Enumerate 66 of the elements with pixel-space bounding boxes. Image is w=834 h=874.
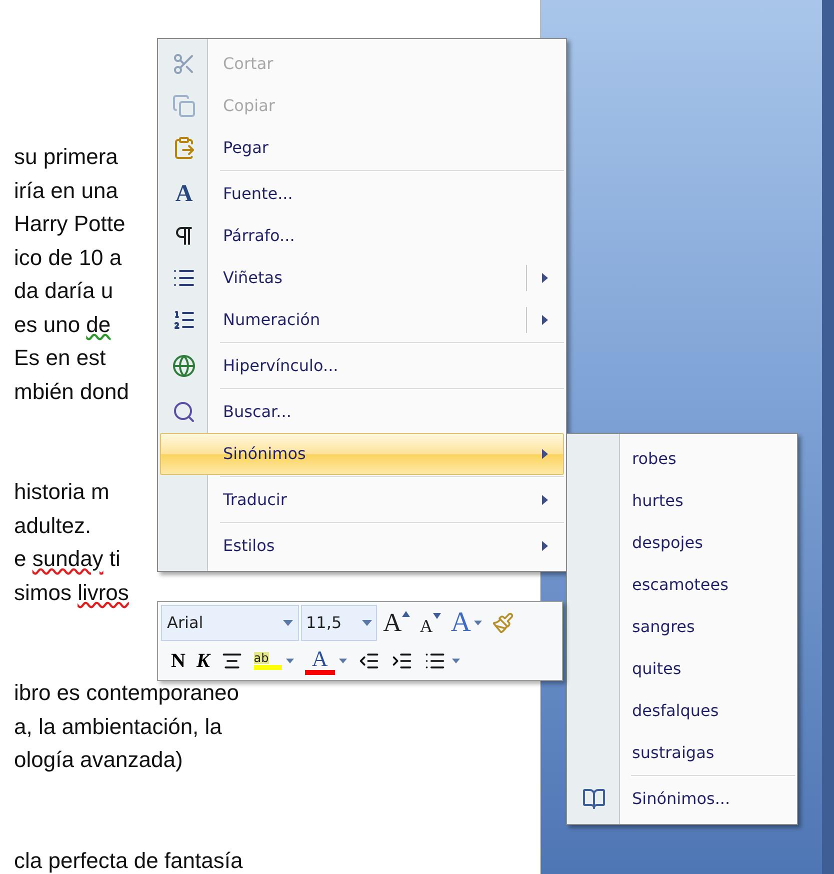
caret-icon [338, 658, 347, 664]
grow-font-button[interactable]: A [379, 608, 414, 638]
copy-icon [172, 94, 196, 118]
document-line: historia m [14, 481, 110, 503]
synonym-item[interactable]: robes [567, 438, 797, 480]
menu-item[interactable]: Traducir [160, 479, 564, 521]
up-triangle-icon [402, 611, 410, 617]
document-line: da daría u [14, 280, 114, 302]
menu-item[interactable]: Estilos [160, 525, 564, 567]
caret-icon [452, 658, 460, 664]
font-color-button[interactable]: A [300, 646, 351, 676]
synonym-item[interactable]: sustraigas [567, 732, 797, 774]
menu-item[interactable]: Viñetas [160, 257, 564, 299]
menu-item[interactable]: Pegar [160, 127, 564, 169]
menu-item[interactable]: Buscar... [160, 391, 564, 433]
bold-button[interactable]: N [167, 646, 190, 676]
menu-item[interactable]: Sinónimos [160, 433, 564, 475]
document-line: ología avanzada) [14, 749, 183, 771]
caret-icon [474, 620, 482, 626]
menu-item[interactable]: Hipervínculo... [160, 345, 564, 387]
highlight-button[interactable]: ab [250, 646, 298, 676]
submenu-arrow-icon [541, 314, 549, 326]
book-icon [582, 787, 606, 811]
submenu-arrow-icon [541, 494, 549, 506]
caret-icon [362, 620, 372, 626]
numbering-icon [172, 308, 196, 332]
document-line: adultez. [14, 514, 92, 536]
document-line: es uno de [14, 314, 111, 336]
shrink-font-button[interactable]: A [416, 608, 445, 638]
menu-item[interactable]: Numeración [160, 299, 564, 341]
document-line: iría en una [14, 180, 118, 202]
document-line: ibro es contemporaneo [14, 682, 240, 704]
submenu-arrow-icon [541, 272, 549, 284]
caret-icon [283, 620, 293, 626]
document-line: simos livros [14, 582, 129, 604]
synonym-item[interactable]: despojes [567, 522, 797, 564]
synonym-item[interactable]: hurtes [567, 480, 797, 522]
scissors-icon [172, 52, 196, 76]
font-name-field[interactable]: Arial [161, 605, 299, 641]
document-line: mbién dond [14, 380, 129, 402]
submenu-arrow-icon [541, 448, 549, 460]
document-line: e sunday ti [14, 548, 120, 570]
document-line: cla perfecta de fantasía [14, 850, 243, 872]
document-line: su primera [14, 146, 118, 168]
search-icon [172, 400, 196, 424]
paintbrush-icon [492, 612, 514, 634]
synonym-item[interactable]: escamotees [567, 564, 797, 606]
italic-button[interactable]: K [192, 646, 214, 676]
submenu-arrow-icon [541, 540, 549, 552]
font-icon: A [175, 182, 193, 206]
menu-item[interactable]: Párrafo... [160, 215, 564, 257]
document-line: ico de 10 a [14, 246, 122, 268]
synonym-item[interactable]: quites [567, 648, 797, 690]
font-size-field[interactable]: 11,5 [301, 605, 377, 641]
caret-icon [286, 658, 294, 664]
globe-icon [172, 354, 196, 378]
document-line: Es en est [14, 347, 106, 369]
paste-icon [172, 136, 196, 160]
document-line: Harry Potte [14, 213, 126, 235]
synonym-item[interactable]: sangres [567, 606, 797, 648]
down-triangle-icon [432, 613, 441, 619]
document-line: a, la ambientación, la [14, 716, 222, 738]
synonym-item[interactable]: Sinónimos... [567, 778, 797, 820]
synonym-item[interactable]: desfalques [567, 690, 797, 732]
styles-button[interactable]: A [446, 608, 486, 638]
menu-item[interactable]: A Fuente... [160, 173, 564, 215]
